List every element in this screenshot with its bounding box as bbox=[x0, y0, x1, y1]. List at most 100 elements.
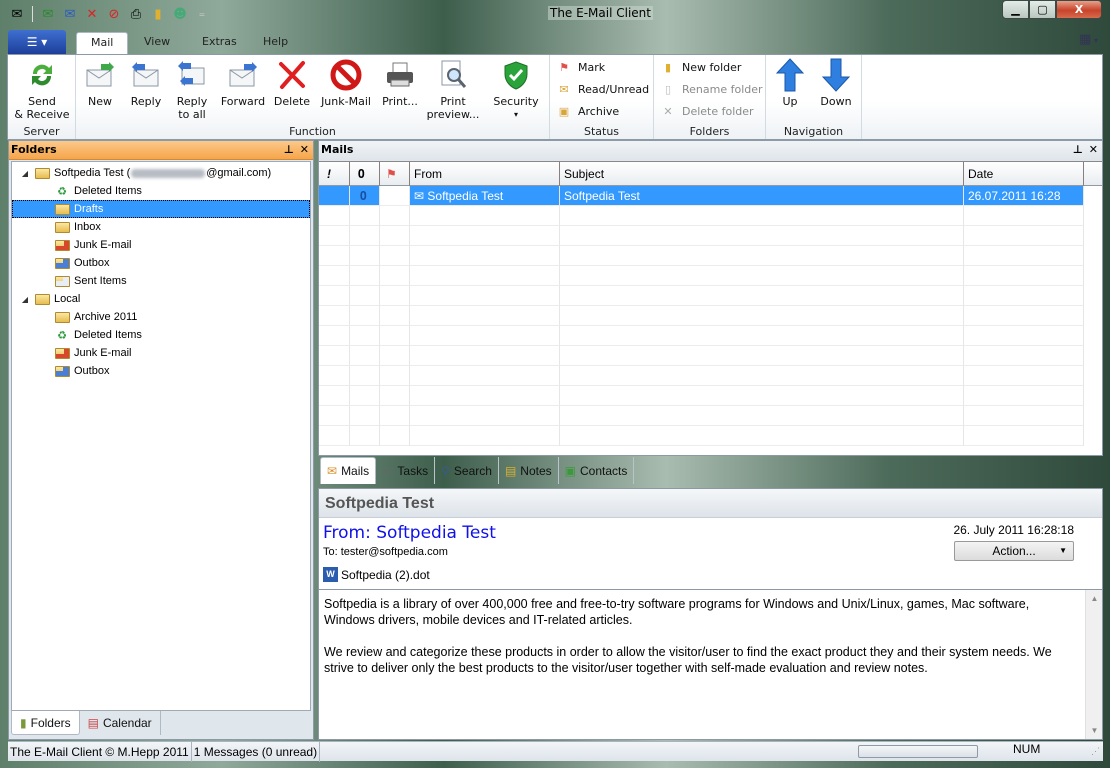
read-envelope-icon: ✉ bbox=[414, 189, 428, 203]
rename-folder-button[interactable]: ▯ Rename folder bbox=[660, 80, 763, 98]
forward-button[interactable]: Forward bbox=[218, 59, 268, 108]
tab-contacts[interactable]: ▣ Contacts bbox=[559, 457, 635, 484]
new-folder-icon[interactable]: ▮ bbox=[149, 5, 167, 23]
up-label: Up bbox=[782, 95, 798, 108]
reply-icon[interactable]: ✉ bbox=[61, 5, 79, 23]
column-from[interactable]: From bbox=[410, 162, 560, 186]
compose-icon[interactable]: ✉ bbox=[8, 5, 26, 23]
customize-qat-icon[interactable]: = bbox=[193, 5, 211, 23]
delete-button[interactable]: Delete bbox=[272, 59, 312, 108]
column-subject[interactable]: Subject bbox=[560, 162, 964, 186]
tree-item-outbox[interactable]: Outbox bbox=[12, 254, 310, 272]
junk-folder-icon bbox=[54, 238, 70, 252]
deleted-items-icon: ♻ bbox=[57, 329, 67, 342]
title-bar: ✉ ✉ ✉ ✕ ⊘ ⎙ ▮ ☻ = The E-Mail Client ▁ ▢ … bbox=[0, 0, 1110, 28]
preview-scrollbar[interactable]: ▲ ▼ bbox=[1085, 590, 1102, 739]
tree-item-label: Junk E-mail bbox=[74, 239, 132, 251]
tree-item-label: Archive 2011 bbox=[74, 311, 138, 323]
column-attachment[interactable]: 𝟎 bbox=[350, 162, 380, 186]
tree-item-local-junk-email[interactable]: Junk E-mail bbox=[12, 344, 310, 362]
tree-item-drafts[interactable]: Drafts bbox=[12, 200, 310, 218]
tab-view[interactable]: View bbox=[130, 32, 184, 54]
security-shield-icon bbox=[500, 59, 532, 91]
minimize-button[interactable]: ▁ bbox=[1002, 0, 1029, 19]
send-receive-icon[interactable]: ✉ bbox=[39, 5, 57, 23]
print-preview-label-1: Print bbox=[440, 95, 466, 108]
pin-icon[interactable]: ⊥ bbox=[284, 141, 294, 159]
junk-icon[interactable]: ⊘ bbox=[105, 5, 123, 23]
attachment-item[interactable]: W Softpedia (2).dot bbox=[323, 567, 430, 582]
new-button[interactable]: New bbox=[80, 59, 120, 108]
resize-grip-icon[interactable]: ⋰ bbox=[1091, 746, 1100, 757]
junk-mail-button[interactable]: Junk-Mail bbox=[316, 59, 376, 108]
tab-tasks[interactable]: ▭ Tasks bbox=[376, 457, 436, 484]
close-button[interactable]: X bbox=[1056, 0, 1102, 19]
mail-preview: Softpedia Test From: Softpedia Test To: … bbox=[318, 488, 1103, 740]
print-icon[interactable]: ⎙ bbox=[127, 5, 145, 23]
print-button[interactable]: Print... bbox=[380, 59, 420, 108]
tab-help[interactable]: Help bbox=[249, 32, 302, 54]
tab-search[interactable]: ⚲ Search bbox=[435, 457, 499, 484]
group-label-status: Status bbox=[583, 125, 620, 138]
application-menu-button[interactable]: ☰ ▾ bbox=[8, 30, 66, 54]
tab-mails[interactable]: ✉ Mails bbox=[320, 457, 377, 484]
down-button[interactable]: Down bbox=[816, 58, 856, 108]
reply-all-button[interactable]: Reply to all bbox=[172, 59, 212, 121]
up-button[interactable]: Up bbox=[772, 58, 808, 108]
read-unread-button[interactable]: ✉ Read/Unread bbox=[556, 80, 649, 98]
new-folder-button[interactable]: ▮ New folder bbox=[660, 58, 741, 76]
tree-item-local-outbox[interactable]: Outbox bbox=[12, 362, 310, 380]
attachment-icon: 𝟎 bbox=[350, 186, 380, 206]
tree-item-account-softpedia[interactable]: ◢ Softpedia Test (@gmail.com) bbox=[12, 164, 310, 182]
status-bar: The E-Mail Client © M.Hepp 2011 1 Messag… bbox=[8, 741, 1103, 762]
column-priority[interactable]: ! bbox=[319, 162, 350, 186]
ribbon-group-server: Send & Receive Server bbox=[8, 55, 76, 139]
tree-item-local-deleted-items[interactable]: ♻ Deleted Items bbox=[12, 326, 310, 344]
close-panel-icon[interactable]: ✕ bbox=[300, 141, 309, 159]
print-preview-button[interactable]: Print preview... bbox=[426, 59, 480, 121]
reply-all-icon bbox=[176, 59, 208, 91]
column-date[interactable]: Date bbox=[964, 162, 1084, 186]
reply-icon bbox=[130, 59, 162, 91]
tree-item-sent-items[interactable]: Sent Items bbox=[12, 272, 310, 290]
tree-item-junk-email[interactable]: Junk E-mail bbox=[12, 236, 310, 254]
tree-item-deleted-items[interactable]: ♻ Deleted Items bbox=[12, 182, 310, 200]
close-panel-icon[interactable]: ✕ bbox=[1089, 141, 1098, 159]
preview-from[interactable]: From: Softpedia Test bbox=[323, 523, 496, 543]
ribbon-group-folders: ▮ New folder ▯ Rename folder ✕ Delete fo… bbox=[654, 55, 766, 139]
column-flag[interactable]: ⚑ bbox=[380, 162, 410, 186]
delete-icon[interactable]: ✕ bbox=[83, 5, 101, 23]
folders-panel: Folders ⊥ ✕ ◢ Softpedia Test (@gmail.com… bbox=[8, 140, 314, 740]
ribbon-group-navigation: Up Down Navigation bbox=[766, 55, 862, 139]
scroll-down-icon[interactable]: ▼ bbox=[1086, 722, 1103, 739]
tree-item-archive-2011[interactable]: Archive 2011 bbox=[12, 308, 310, 326]
mail-row[interactable]: 𝟎 ✉ Softpedia Test Softpedia Test 26.07.… bbox=[319, 186, 1102, 206]
contacts-icon[interactable]: ☻ bbox=[171, 5, 189, 23]
mark-button[interactable]: ⚑ Mark bbox=[556, 58, 605, 76]
tab-calendar[interactable]: ▤ Calendar bbox=[80, 711, 161, 735]
tab-mail[interactable]: Mail bbox=[76, 32, 129, 54]
tree-item-label: Local bbox=[54, 293, 81, 305]
scroll-up-icon[interactable]: ▲ bbox=[1086, 590, 1103, 607]
tree-item-label: Softpedia Test (@gmail.com) bbox=[54, 167, 272, 179]
tab-extras[interactable]: Extras bbox=[188, 32, 251, 54]
expand-arrow-icon[interactable]: ◢ bbox=[20, 169, 30, 178]
tab-notes-label: Notes bbox=[520, 463, 552, 478]
flag-icon: ⚑ bbox=[386, 167, 397, 181]
security-button[interactable]: Security ▾ bbox=[490, 59, 542, 121]
tree-item-inbox[interactable]: Inbox bbox=[12, 218, 310, 236]
send-receive-button[interactable]: Send & Receive bbox=[14, 59, 70, 121]
maximize-button[interactable]: ▢ bbox=[1029, 0, 1056, 19]
reply-button[interactable]: Reply bbox=[126, 59, 166, 108]
pin-icon[interactable]: ⊥ bbox=[1073, 141, 1083, 159]
delete-folder-button[interactable]: ✕ Delete folder bbox=[660, 102, 753, 120]
expand-arrow-icon[interactable]: ◢ bbox=[20, 295, 30, 304]
tab-notes[interactable]: ▤ Notes bbox=[499, 457, 559, 484]
ribbon-style-icon[interactable]: ▦ ▾ bbox=[1079, 32, 1098, 47]
tree-item-local[interactable]: ◢ Local bbox=[12, 290, 310, 308]
binoculars-icon: ⚲ bbox=[441, 463, 450, 478]
delete-icon bbox=[276, 59, 308, 91]
archive-button[interactable]: ▣ Archive bbox=[556, 102, 619, 120]
tab-folders[interactable]: ▮ Folders bbox=[11, 711, 80, 735]
action-dropdown[interactable]: Action... ▼ bbox=[954, 541, 1074, 561]
